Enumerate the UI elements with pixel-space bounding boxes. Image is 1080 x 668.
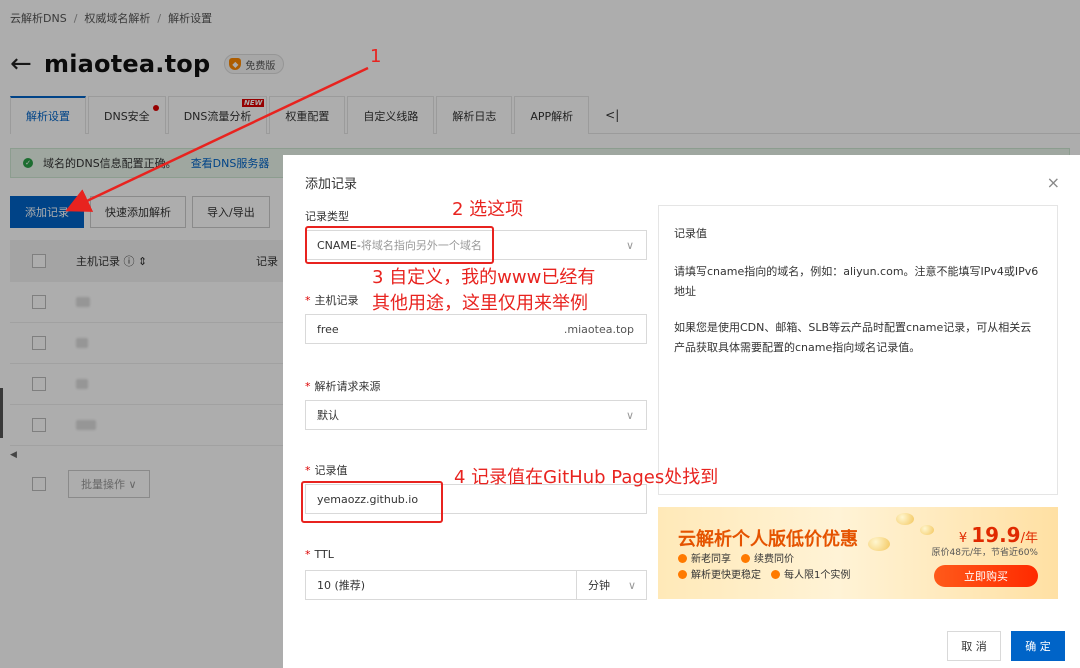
annotation-step-4: 4 记录值在GitHub Pages处找到	[454, 467, 719, 488]
annotation-step-3-line2: 其他用途，这里仅用来举例	[372, 293, 588, 314]
annotation-step-1: 1	[370, 46, 382, 67]
annotation-arrow	[65, 66, 369, 212]
annotation-box-record-value	[301, 481, 443, 523]
annotation-step-2: 2 选这项	[452, 199, 524, 220]
annotation-step-3-line1: 3 自定义，我的www已经有	[372, 267, 596, 288]
annotation-box-record-type	[305, 226, 494, 264]
